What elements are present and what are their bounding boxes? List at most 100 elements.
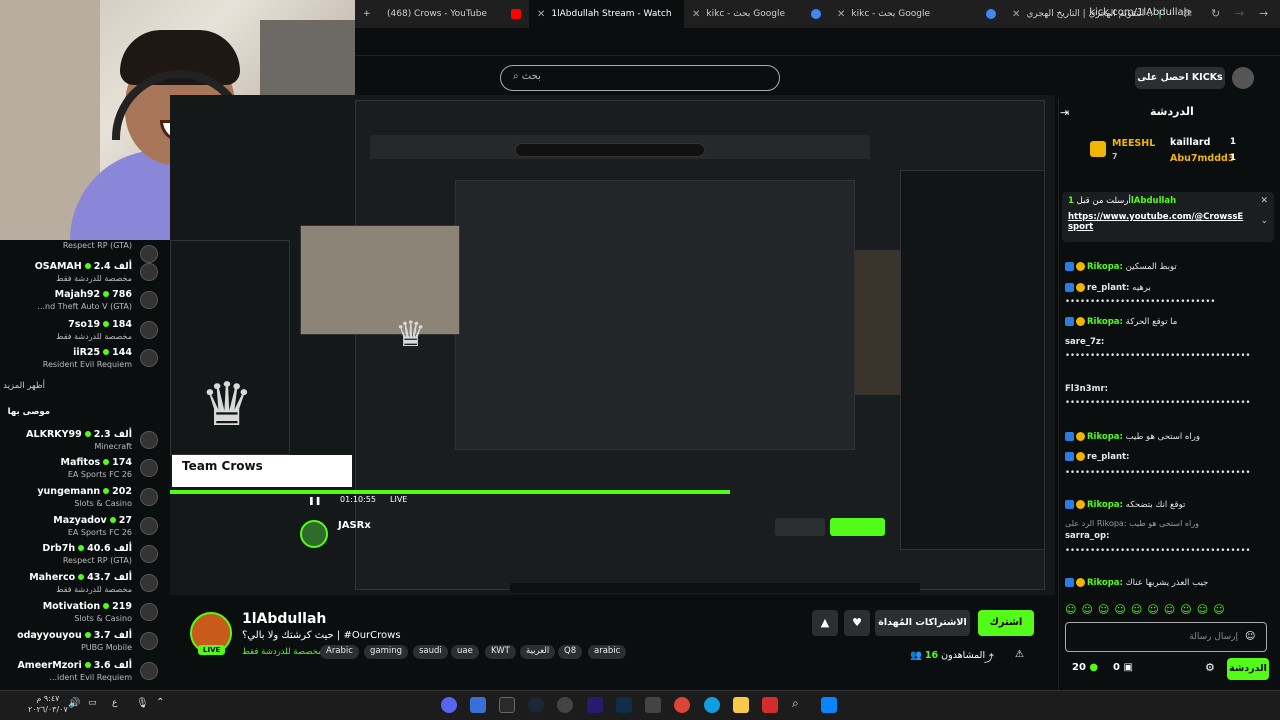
chat-username[interactable]: sarra_op: — [1065, 531, 1110, 541]
sidebar-channel-row[interactable]: odayyouyou 3.7 ألف PUBG Mobile — [2, 627, 162, 657]
top-gifter[interactable]: MEESHL — [1112, 138, 1155, 149]
pinned-link[interactable]: https://www.youtube.com/@CrowssEsport — [1068, 212, 1248, 232]
chat-panel — [1058, 98, 1280, 690]
browser-tab-youtube[interactable]: (468) Crows - YouTube — [379, 0, 529, 28]
stream-tag[interactable]: gaming — [364, 645, 409, 659]
emoji-icon[interactable]: ☺ — [1245, 631, 1255, 642]
back-icon[interactable]: → — [1259, 7, 1268, 20]
calculator-icon[interactable] — [645, 697, 661, 713]
chat-username[interactable]: Rikopa: — [1087, 262, 1123, 272]
sidebar-channel-row[interactable]: yungemann 202 Slots & Casino — [2, 483, 162, 513]
forward-icon[interactable]: → — [1235, 7, 1244, 20]
sidebar-channel-row[interactable]: ALKRKY99 2.3 ألف Minecraft — [2, 426, 162, 456]
stream-tag[interactable]: KWT — [485, 645, 516, 659]
anydesk-icon[interactable] — [762, 697, 778, 713]
browser-tab-kick[interactable]: ✕ 1lAbdullah Stream - Watch — [529, 0, 684, 28]
collapse-chat-icon[interactable]: ⇥ — [1060, 106, 1069, 119]
volume-icon[interactable]: 🔊 — [68, 698, 80, 709]
chat-username[interactable]: Rikopa: — [1087, 500, 1123, 510]
get-kicks-button[interactable]: احصل على KICKs — [1135, 67, 1225, 89]
sidebar-channel-row[interactable]: 7so19 184 مخصصة للدردشة فقط — [2, 316, 162, 346]
chat-message-input[interactable]: إرسال رسالة — [1065, 622, 1267, 652]
epic-games-icon[interactable] — [499, 697, 515, 713]
stream-tag[interactable]: arabic — [588, 645, 627, 659]
sidebar-channel-row[interactable]: Maherco 43.7 ألف مخصصة للدردشة فقط — [2, 569, 162, 599]
settings-gear-icon[interactable]: ⚙ — [1205, 661, 1215, 674]
stream-tag[interactable]: العربية — [520, 645, 556, 659]
chat-username[interactable]: re_plant: — [1087, 452, 1129, 462]
shield-app-icon[interactable] — [470, 697, 486, 713]
microphone-icon[interactable]: 🎙 — [136, 698, 149, 709]
close-icon[interactable]: ✕ — [837, 9, 845, 20]
chevron-up-icon[interactable]: ⌃ — [156, 697, 164, 708]
close-icon[interactable]: ✕ — [537, 9, 545, 20]
network-icon[interactable]: ▭ — [88, 698, 97, 708]
browser-tab-google-1[interactable]: ✕ kikc - بحث Google — [684, 0, 829, 28]
obs-icon[interactable] — [557, 697, 573, 713]
stream-tag[interactable]: Arabic — [320, 645, 359, 659]
tune-icon[interactable]: ⇄ — [1183, 7, 1192, 20]
sidebar-channel-row[interactable]: OSAMAH 2.4 ألف مخصصة للدردشة فقط — [2, 258, 162, 288]
sidebar-channel-row[interactable]: iiR25 144 Resident Evil Requiem — [2, 344, 162, 374]
subscribe-button[interactable]: اشترك — [978, 610, 1034, 636]
viewer-count: 3.6 ألف — [93, 660, 132, 671]
follow-heart-icon[interactable]: ♥ — [844, 610, 870, 636]
photoshop-icon[interactable] — [616, 697, 632, 713]
url-field[interactable]: kick.com/1lAbdullah — [1089, 7, 1190, 18]
chat-username[interactable]: Rikopa: — [1087, 317, 1123, 327]
discord-icon[interactable] — [441, 697, 457, 713]
top-gifter[interactable]: Abu7mddd3 — [1170, 153, 1234, 164]
share-icon[interactable]: ⤴ — [984, 650, 994, 665]
chat-username[interactable]: Rikopa: — [1087, 578, 1123, 588]
stream-category[interactable]: مخصصة للدردشة فقط — [242, 647, 323, 657]
chevron-down-icon[interactable]: ⌄ — [1260, 216, 1268, 226]
search-input[interactable]: ⌕ بحث — [500, 65, 780, 91]
kicks-balance[interactable]: 20 ● — [1072, 662, 1098, 673]
chat-send-button[interactable]: الدردشة — [1227, 658, 1269, 680]
video-progress-bar[interactable] — [170, 490, 730, 494]
close-icon[interactable]: ✕ — [692, 9, 700, 20]
sidebar-channel-row[interactable]: Mazyadov 27 EA Sports FC 26 — [2, 512, 162, 542]
system-clock[interactable]: ٩:٤٧ م ٢٠٢٦/٠٣/٠٧ — [28, 693, 68, 715]
play-icon[interactable]: ❚❚ — [308, 496, 321, 505]
viewer-count: 40.6 ألف — [87, 543, 132, 554]
sidebar-channel-row[interactable]: Drb7h 40.6 ألف Respect RP (GTA) — [2, 540, 162, 570]
notification-bell-icon[interactable]: ▲ — [812, 610, 838, 636]
windows-start-icon[interactable] — [821, 697, 837, 713]
tab-label: (468) Crows - YouTube — [387, 9, 487, 19]
edge-icon[interactable] — [704, 697, 720, 713]
streamer-name[interactable]: 1lAbdullah — [242, 611, 326, 627]
chrome-icon[interactable] — [674, 697, 690, 713]
close-icon[interactable]: ✕ — [1012, 9, 1020, 20]
search-icon[interactable]: ⌕ — [792, 696, 799, 711]
chat-username[interactable]: re_plant: — [1087, 283, 1129, 293]
steam-icon[interactable] — [528, 697, 544, 713]
sidebar-channel-row[interactable]: AmeerMzori 3.6 ألف ...ident Evil Requiem — [2, 657, 162, 687]
unpin-icon[interactable]: ✕ — [1260, 196, 1268, 206]
report-icon[interactable]: ⚠ — [1015, 649, 1024, 660]
stream-video-player[interactable]: ♛ ♛ Team Crows ❚❚ 01:10:55 LIVE JASRx — [170, 95, 1055, 595]
stream-tag[interactable]: Q8 — [558, 645, 583, 659]
premiere-icon[interactable] — [587, 697, 603, 713]
chat-username[interactable]: Rikopa: — [1087, 432, 1123, 442]
channel-points[interactable]: 0 ▣ — [1113, 662, 1133, 673]
nested-streamer-avatar — [300, 520, 328, 548]
reload-icon[interactable]: ↻ — [1211, 7, 1220, 20]
browser-tab-google-2[interactable]: ✕ kikc - بحث Google — [829, 0, 1004, 28]
stream-tag[interactable]: uae — [451, 645, 479, 659]
sidebar-channel-row[interactable]: Mafitos 174 EA Sports FC 26 — [2, 454, 162, 484]
emote-bar[interactable]: ☺☺☺☺☺☺☺☺☺☺ — [1065, 603, 1270, 617]
sidebar-channel-row[interactable]: Majah92 786 ...nd Theft Auto V (GTA) — [2, 286, 162, 316]
sub-badge-icon — [1076, 500, 1085, 509]
new-tab-button[interactable]: + — [355, 0, 379, 28]
show-more-link[interactable]: أظهر المزيد — [3, 381, 45, 391]
chat-username[interactable]: Fl3n3mr: — [1065, 384, 1108, 394]
sidebar-channel-row[interactable]: Motivation 219 Slots & Casino — [2, 598, 162, 628]
user-avatar[interactable] — [1232, 67, 1254, 89]
stream-tag[interactable]: saudi — [413, 645, 448, 659]
top-gifter[interactable]: kaillard — [1170, 137, 1210, 148]
file-explorer-icon[interactable] — [733, 697, 749, 713]
language-icon[interactable]: ع — [112, 698, 117, 708]
gift-subs-button[interactable]: الاشتراكات المُهداة — [875, 610, 970, 636]
chat-username[interactable]: sare_7z: — [1065, 337, 1104, 347]
